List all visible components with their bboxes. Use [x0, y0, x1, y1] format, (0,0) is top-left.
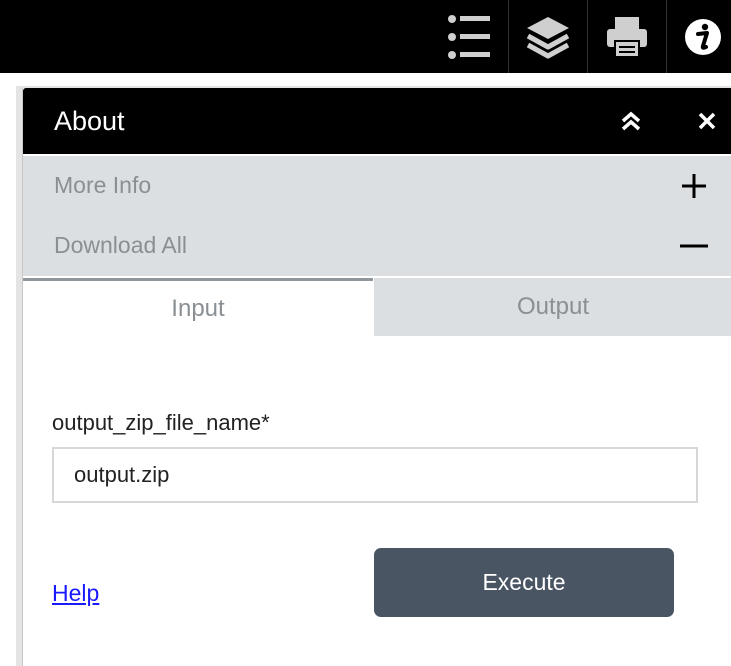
accordion-download-all[interactable]: Download All: [23, 216, 731, 276]
layers-button[interactable]: [509, 0, 587, 73]
legend-list-button[interactable]: [432, 0, 507, 73]
plus-icon[interactable]: [678, 170, 710, 202]
panel-header: About: [23, 88, 731, 154]
collapse-panel-button[interactable]: [613, 88, 649, 154]
tab-label: Input: [171, 294, 225, 322]
info-button[interactable]: [667, 0, 731, 73]
close-panel-button[interactable]: [689, 88, 725, 154]
tab-output[interactable]: Output: [374, 278, 731, 336]
output-zip-file-name-input[interactable]: [52, 447, 698, 503]
help-link[interactable]: Help: [52, 580, 99, 607]
about-panel: About More Info Download All Input Outpu…: [22, 88, 731, 666]
panel-title: About: [54, 106, 125, 136]
accordion-label: Download All: [54, 232, 187, 258]
execute-button[interactable]: Execute: [374, 548, 674, 617]
double-chevron-up-icon: [621, 111, 641, 131]
accordion-more-info[interactable]: More Info: [23, 156, 731, 216]
info-icon: [685, 18, 721, 55]
print-icon: [607, 16, 647, 58]
layers-icon: [526, 16, 570, 58]
tab-label: Output: [516, 293, 590, 320]
tab-input[interactable]: Input: [23, 278, 373, 336]
minus-icon[interactable]: [678, 230, 710, 262]
accordion-label: More Info: [54, 172, 152, 198]
print-button[interactable]: [588, 0, 666, 73]
top-toolbar: [0, 0, 731, 73]
output-zip-file-name-label: output_zip_file_name*: [52, 410, 270, 435]
close-icon: [698, 112, 716, 130]
list-icon: [447, 14, 490, 59]
